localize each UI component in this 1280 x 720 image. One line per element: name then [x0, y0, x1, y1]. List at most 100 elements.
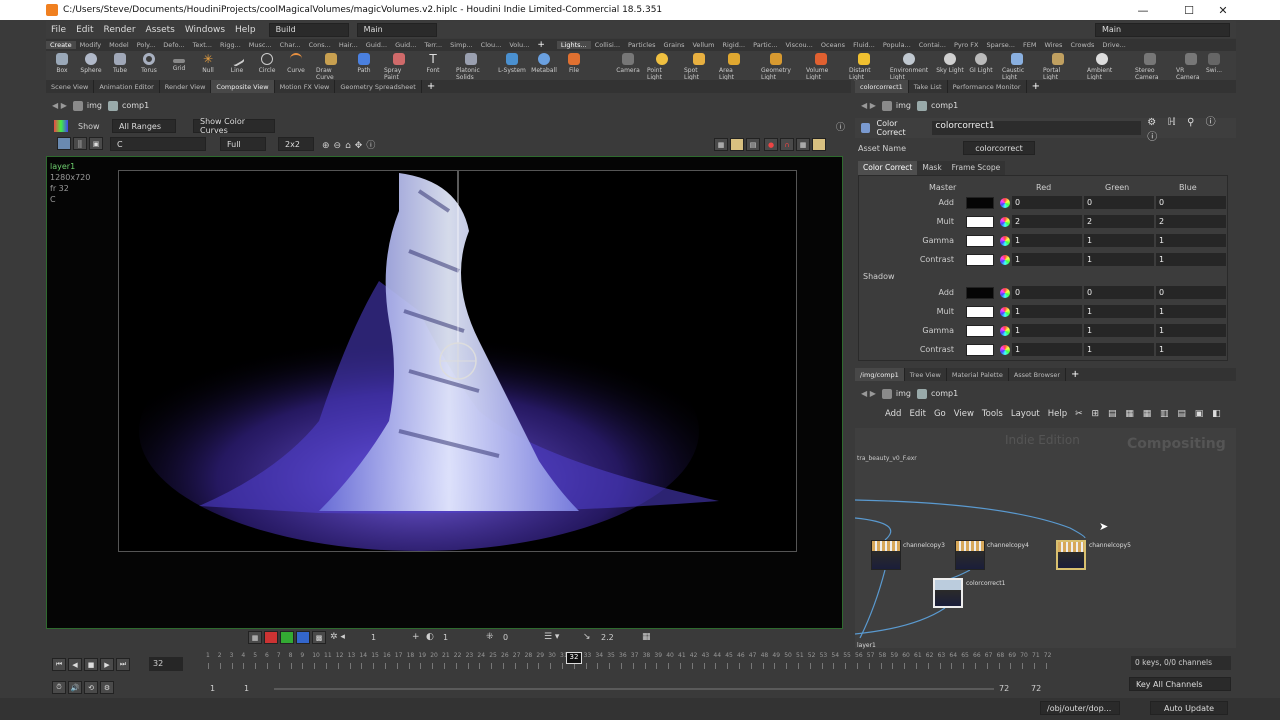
- help-icon[interactable]: ⓘ: [836, 120, 845, 133]
- menu-render[interactable]: Render: [99, 25, 141, 35]
- color-swatch[interactable]: [966, 286, 994, 299]
- shelf-tab[interactable]: Defo...: [159, 41, 188, 49]
- shelf-tab[interactable]: Modify: [76, 41, 106, 49]
- shelf-add-tab-icon[interactable]: +: [533, 40, 549, 50]
- shelf-tab[interactable]: Simp...: [446, 41, 477, 49]
- network-editor[interactable]: Indie Edition Compositing tra_beauty_v0_…: [855, 428, 1236, 649]
- color-wheel-icon[interactable]: [1000, 306, 1010, 317]
- shelf-tab[interactable]: Contai...: [915, 41, 950, 49]
- shelf-tab[interactable]: Pyro FX: [950, 41, 983, 49]
- network-path-node[interactable]: comp1: [916, 100, 958, 111]
- magnet-icon[interactable]: ∩: [780, 138, 794, 151]
- tool-box[interactable]: Box: [47, 53, 77, 74]
- tool-torus[interactable]: Torus: [134, 53, 164, 74]
- shelf-tab[interactable]: Drive...: [1098, 41, 1130, 49]
- tool-circle[interactable]: Circle: [252, 53, 282, 74]
- tool-draw-curve[interactable]: Draw Curve: [316, 53, 346, 81]
- red-field[interactable]: 1: [1012, 324, 1082, 337]
- node-name-field[interactable]: colorcorrect1: [932, 121, 1142, 135]
- shelf-tab[interactable]: Create: [46, 41, 76, 49]
- network-path-node[interactable]: comp1: [916, 388, 958, 399]
- green-field[interactable]: 2: [1084, 215, 1154, 228]
- shelf-tab[interactable]: Volu...: [505, 41, 533, 49]
- tile-view-icon[interactable]: [812, 138, 826, 151]
- range-start[interactable]: 1: [210, 684, 215, 693]
- offset-icon[interactable]: ⁜: [486, 632, 494, 642]
- tool-font[interactable]: T Font: [418, 53, 448, 74]
- color-swatch[interactable]: [966, 234, 994, 247]
- stop-icon[interactable]: ■: [84, 658, 98, 671]
- range-bar[interactable]: [274, 688, 994, 690]
- tool-volume-light[interactable]: Volume Light: [806, 53, 836, 81]
- blue-field[interactable]: 1: [1156, 324, 1226, 337]
- shelf-tab[interactable]: Oceans: [817, 41, 849, 49]
- red-field[interactable]: 1: [1012, 234, 1082, 247]
- color-swatch[interactable]: [966, 253, 994, 266]
- color-wheel-icon[interactable]: [1000, 197, 1010, 208]
- color-wheel-icon[interactable]: [1000, 254, 1010, 265]
- net-menu-go[interactable]: Go: [930, 409, 950, 419]
- blue-field[interactable]: 1: [1156, 343, 1226, 356]
- tool-lsystem[interactable]: L-System: [497, 53, 527, 74]
- tool-stereo-camera[interactable]: Stereo Camera: [1135, 53, 1165, 81]
- channelcopy3-node[interactable]: [871, 540, 901, 570]
- display-options-icon[interactable]: [54, 120, 68, 132]
- shelf-tab[interactable]: Clou...: [477, 41, 506, 49]
- shelf-tab[interactable]: Sparse...: [982, 41, 1019, 49]
- net-menu-tools[interactable]: Tools: [978, 409, 1007, 419]
- resolution-dropdown[interactable]: Full: [220, 137, 266, 151]
- green-field[interactable]: 0: [1084, 286, 1154, 299]
- tool-vr-camera[interactable]: VR Camera: [1176, 53, 1206, 81]
- shelf-tab[interactable]: Char...: [276, 41, 305, 49]
- shelf-tab[interactable]: Rigg...: [216, 41, 245, 49]
- build-dropdown[interactable]: Build: [268, 22, 349, 37]
- right-desktop-dropdown[interactable]: Main: [1095, 22, 1230, 37]
- tab-performance-monitor[interactable]: Performance Monitor: [948, 80, 1027, 93]
- tool-metaball[interactable]: Metaball: [529, 53, 559, 74]
- jump-start-icon[interactable]: ⏮: [52, 658, 66, 671]
- color-wheel-icon[interactable]: [1000, 235, 1010, 246]
- playback-start[interactable]: 1: [244, 684, 249, 693]
- tab-tree-view[interactable]: Tree View: [905, 368, 947, 381]
- shelf-tab[interactable]: FEM: [1019, 41, 1040, 49]
- realtime-icon[interactable]: ⏱: [52, 681, 66, 694]
- red-field[interactable]: 2: [1012, 215, 1082, 228]
- network-path-node[interactable]: comp1: [107, 100, 149, 111]
- blue-field[interactable]: 0: [1156, 286, 1226, 299]
- blue-field[interactable]: 1: [1156, 305, 1226, 318]
- menu-file[interactable]: File: [46, 25, 71, 35]
- network-path-img[interactable]: img: [881, 388, 911, 399]
- grid-view-icon[interactable]: ▦: [796, 138, 810, 151]
- red-channel-icon[interactable]: [264, 631, 278, 644]
- green-field[interactable]: 1: [1084, 305, 1154, 318]
- jump-end-icon[interactable]: ⏭: [116, 658, 130, 671]
- tool-more[interactable]: Swi...: [1204, 53, 1224, 74]
- color-wheel-icon[interactable]: [1000, 325, 1010, 336]
- tool-portal-light[interactable]: Portal Light: [1043, 53, 1073, 81]
- net-menu-help[interactable]: Help: [1044, 409, 1071, 419]
- blue-field[interactable]: 0: [1156, 196, 1226, 209]
- timeline-ruler[interactable]: 1 2 3 4 5 6 7 8 9 10 11 12 13 14 15 16 17 18 19 20 21 22 23 24 2…: [206, 650, 1058, 674]
- tool-gi-light[interactable]: GI Light: [966, 53, 996, 74]
- key-all-channels-dropdown[interactable]: Key All Channels: [1129, 677, 1231, 691]
- shelf-tab[interactable]: Terr...: [420, 41, 446, 49]
- network-path-img[interactable]: img: [881, 100, 911, 111]
- red-field[interactable]: 1: [1012, 343, 1082, 356]
- tool-spray-paint[interactable]: Spray Paint: [384, 53, 414, 81]
- color-swatch[interactable]: [966, 305, 994, 318]
- ranges-dropdown[interactable]: All Ranges: [112, 119, 176, 133]
- tool-line[interactable]: Line: [222, 50, 252, 74]
- network-path-img[interactable]: img: [72, 100, 102, 111]
- tab-take-list[interactable]: Take List: [909, 80, 948, 93]
- playhead[interactable]: 32: [566, 652, 582, 664]
- plus-icon[interactable]: +: [412, 632, 420, 642]
- menu-help[interactable]: Help: [230, 25, 261, 35]
- show-color-curves-button[interactable]: Show Color Curves: [193, 117, 275, 135]
- tab-mask[interactable]: Mask: [917, 161, 947, 175]
- close-button[interactable]: ✕: [1206, 0, 1240, 20]
- channels-icon[interactable]: ⣿: [73, 137, 87, 150]
- red-field[interactable]: 0: [1012, 196, 1082, 209]
- shelf-tab[interactable]: Lights...: [556, 41, 591, 49]
- network-toolbar-icons[interactable]: ✂ ⊞ ▤ ▦ ▦ ▥ ▤ ▣ ◧: [1075, 409, 1224, 419]
- channelcopy5-node[interactable]: [1056, 540, 1086, 570]
